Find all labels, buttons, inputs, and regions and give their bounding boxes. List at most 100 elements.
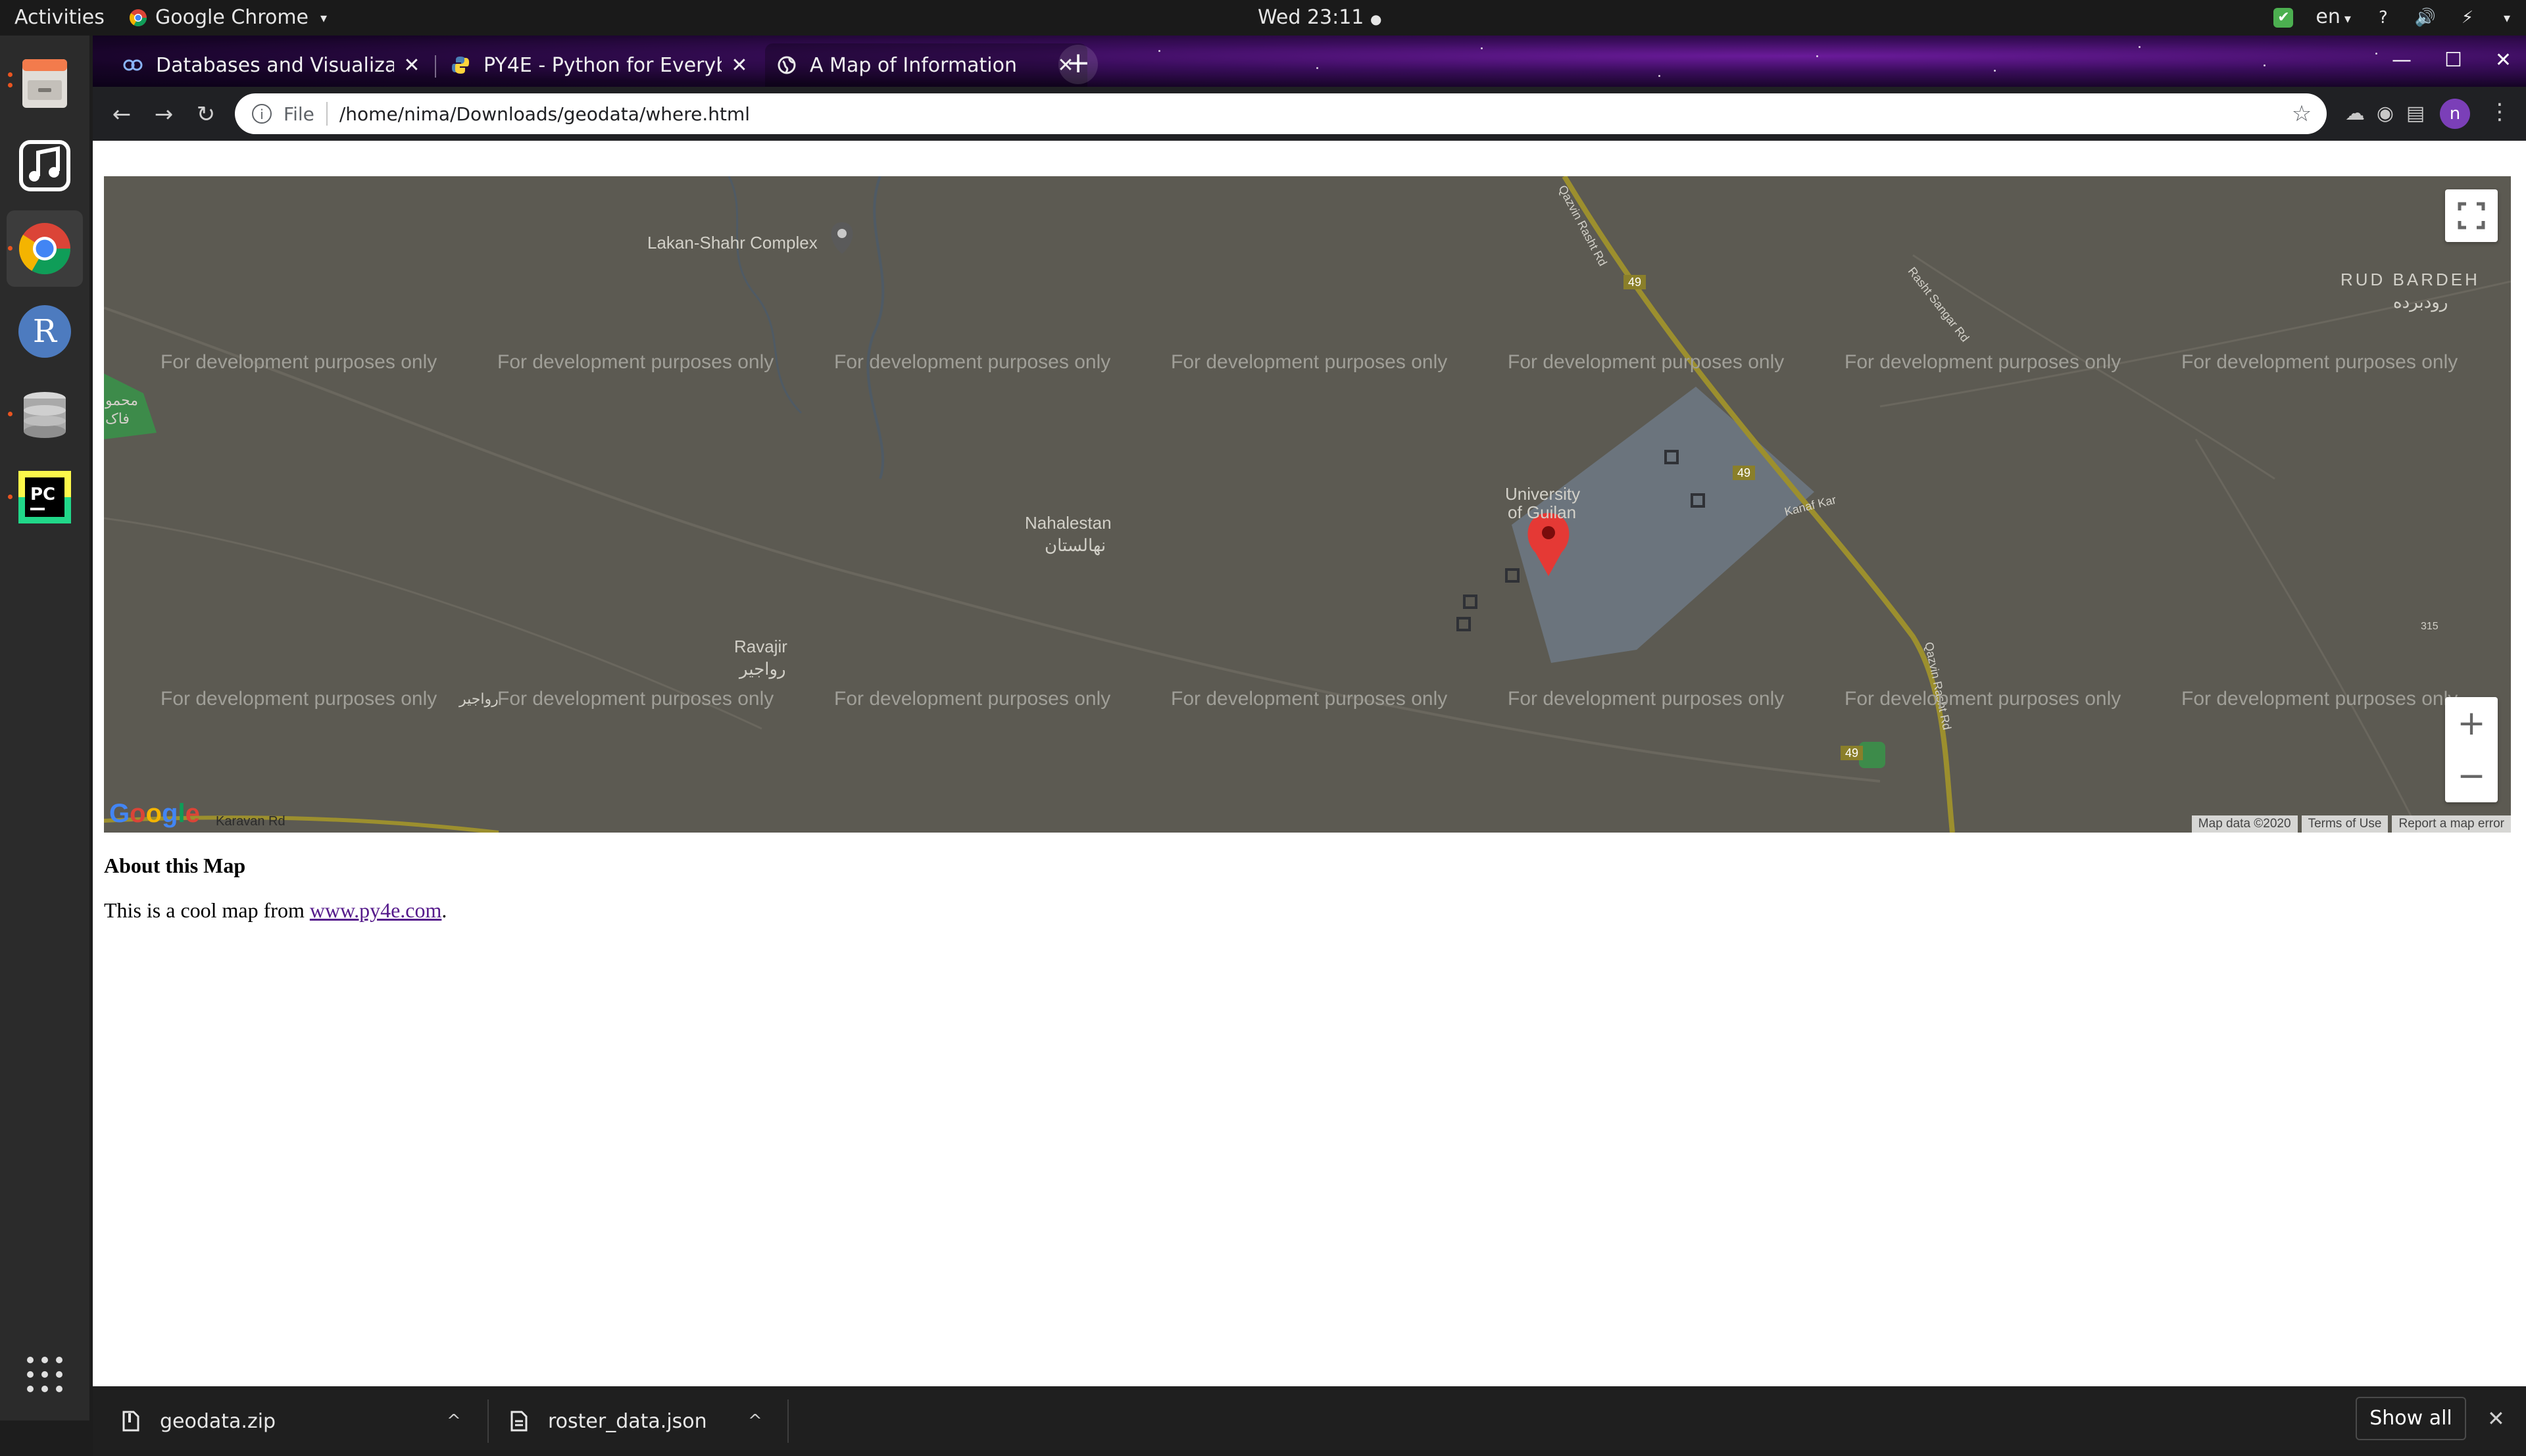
svg-text:49: 49 [1737,466,1750,479]
reload-icon[interactable]: ↻ [191,100,220,129]
window-controls: — ☐ ✕ [2392,49,2512,72]
dev-watermark: For development purposes only [834,351,1111,373]
py4e-link[interactable]: www.py4e.com [310,898,442,922]
tab-map-of-information[interactable]: A Map of Information ✕ [765,43,1087,87]
dev-watermark: For development purposes only [834,688,1111,710]
download-shelf: geodata.zip ^ roster_data.json ^ Show al… [93,1386,2526,1456]
terms-of-use-link[interactable]: Terms of Use [2301,815,2389,833]
about-text-before: This is a cool map from [104,898,310,922]
profile-avatar[interactable]: n [2440,99,2470,129]
running-indicator [8,412,12,416]
dock-app-rhythmbox[interactable] [7,128,83,204]
page-content: 49 49 49 Lakan-Shahr Complex RUD BARDEH … [93,141,2526,1386]
extension-circle-icon[interactable]: ◉ [2373,101,2398,126]
map-label-rud-bardeh-fa: رودبرده [2393,292,2448,312]
map-label-complex: Lakan-Shahr Complex [647,233,818,253]
volume-icon[interactable]: 🔊 [2415,8,2436,28]
chevron-up-icon[interactable]: ^ [447,1411,461,1431]
running-indicator [8,246,12,251]
chrome-window: Databases and Visualizati ✕ PY4E - Pytho… [93,36,2526,1456]
map-label-road-315: 315 [2421,621,2439,632]
caret-down-icon: ▾ [320,10,328,26]
download-separator [787,1399,789,1443]
map-label-left-1: محمو [105,392,139,408]
extension-cloud-icon[interactable]: ☁ [2342,101,2367,126]
download-separator [487,1399,489,1443]
globe-icon [777,55,797,75]
dev-watermark: For development purposes only [497,351,774,373]
dev-watermark: For development purposes only [497,688,774,710]
dev-watermark: For development purposes only [1845,688,2121,710]
map-data-attribution[interactable]: Map data ©2020 [2191,815,2298,833]
dock-app-files[interactable] [7,45,83,121]
map-label-university-line1: University [1505,484,1581,504]
dock-app-chrome[interactable] [7,210,83,287]
zoom-in-button[interactable]: + [2445,697,2498,750]
coursera-icon [123,55,143,75]
activities-button[interactable]: Activities [14,0,105,36]
dock-app-database[interactable] [7,376,83,452]
zoom-controls: + − [2445,697,2498,802]
dev-watermark: For development purposes only [1171,688,1448,710]
map-label-university-line2: of Guilan [1508,502,1577,522]
app-menu[interactable]: Google Chrome ▾ [129,0,327,36]
dev-watermark: For development purposes only [1508,688,1785,710]
system-tray: ✔ en ▾ ? 🔊 ⚡ ▾ [2273,0,2510,36]
info-icon[interactable]: i [252,104,272,124]
minimize-icon[interactable]: — [2392,49,2412,72]
download-item-geodata[interactable]: geodata.zip ^ [122,1386,464,1456]
close-window-icon[interactable]: ✕ [2495,49,2512,72]
extension-document-icon[interactable]: ▤ [2403,101,2428,126]
chevron-up-icon[interactable]: ^ [748,1411,762,1431]
address-bar[interactable]: i File /home/nima/Downloads/geodata/wher… [235,93,2327,134]
music-note-icon [19,140,70,191]
chrome-icon [18,223,71,275]
network-icon[interactable]: ? [2373,8,2393,28]
google-logo[interactable]: Google [109,799,200,829]
url-text[interactable]: /home/nima/Downloads/geodata/where.html [339,103,2289,125]
poi-marker [831,222,853,254]
svg-text:R: R [33,313,58,350]
zoom-out-button[interactable]: − [2445,750,2498,802]
download-item-roster[interactable]: roster_data.json ^ [510,1386,786,1456]
dev-watermark: For development purposes only [161,351,437,373]
tab-py4e[interactable]: PY4E - Python for Everybo ✕ [439,43,761,87]
system-menu-caret-icon[interactable]: ▾ [2504,0,2510,36]
clock[interactable]: Wed 23:11 ● [1258,0,1381,36]
fullscreen-button[interactable] [2445,189,2498,242]
battery-icon[interactable]: ⚡ [2458,8,2477,28]
close-tab-icon[interactable]: ✕ [730,54,749,77]
map-label-karavan-rd: Karavan Rd [216,814,285,829]
dock-app-pycharm[interactable]: PC [7,459,83,535]
forward-icon[interactable]: → [149,100,178,129]
r-letter-icon: R [18,305,71,358]
update-check-icon[interactable]: ✔ [2273,8,2294,28]
python-icon [451,55,470,75]
map-label-ravajir-fa: رواجیر [739,659,786,679]
report-error-link[interactable]: Report a map error [2392,815,2511,833]
dock-app-r[interactable]: R [7,293,83,370]
maximize-icon[interactable]: ☐ [2444,49,2462,72]
close-download-shelf-icon[interactable]: ✕ [2487,1406,2505,1431]
show-applications-button[interactable] [25,1355,64,1394]
tab-databases[interactable]: Databases and Visualizati ✕ [111,43,433,87]
dev-watermark: For development purposes only [1845,351,2121,373]
dev-watermark: For development purposes only [2181,688,2458,710]
grid-icon [27,1357,62,1392]
show-all-button[interactable]: Show all [2356,1397,2466,1440]
google-map[interactable]: 49 49 49 Lakan-Shahr Complex RUD BARDEH … [104,176,2511,833]
file-scheme-label: File [284,103,314,125]
map-canvas: 49 49 49 [104,176,2511,833]
gnome-top-bar: Activities Google Chrome ▾ Wed 23:11 ● ✔… [0,0,2526,36]
dev-watermark: For development purposes only [161,688,437,710]
bookmark-star-icon[interactable]: ☆ [2289,101,2315,127]
back-icon[interactable]: ← [107,100,136,129]
document-icon [510,1410,528,1432]
chrome-icon [129,9,147,27]
chrome-menu-icon[interactable]: ⋮ [2489,99,2511,125]
tab-title: PY4E - Python for Everybo [483,53,722,77]
language-indicator[interactable]: en ▾ [2316,0,2351,36]
caret-down-icon: ▾ [2344,11,2351,26]
close-tab-icon[interactable]: ✕ [402,54,422,77]
new-tab-button[interactable]: + [1058,45,1098,84]
